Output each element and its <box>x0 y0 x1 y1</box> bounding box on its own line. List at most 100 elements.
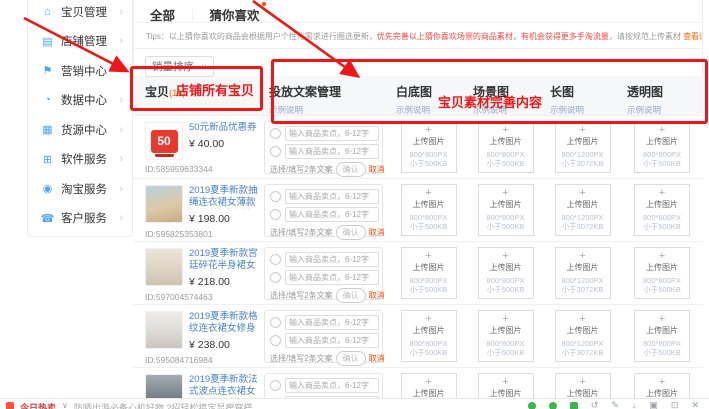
baby-manage-icon: ⌂ <box>40 6 55 18</box>
selling-point-checkbox[interactable] <box>270 335 281 346</box>
confirm-button[interactable]: 确认 <box>336 351 366 366</box>
product-thumbnail[interactable] <box>145 185 183 223</box>
cancel-button[interactable]: 取消 <box>369 227 385 238</box>
product-title-link[interactable]: 2019夏季新款格纹连衣裙女修身显瘦小众网红 <box>189 311 258 335</box>
plus-icon: + <box>556 250 610 263</box>
confirm-button[interactable]: 确认 <box>336 225 366 240</box>
chevron-right-icon: › <box>119 153 123 165</box>
example-link[interactable]: 示例说明 <box>550 104 621 116</box>
selling-point-input[interactable] <box>285 315 379 330</box>
upload-label: 上传图片 <box>479 200 533 210</box>
view-details-link[interactable]: 查看详情> <box>683 32 702 41</box>
selling-point-input[interactable] <box>285 126 379 141</box>
selling-point-checkbox[interactable] <box>270 272 281 283</box>
upload-image-button[interactable]: +上传图片800*1200PX小于3072KB <box>555 184 611 236</box>
selling-point-checkbox[interactable] <box>270 209 281 220</box>
selling-point-checkbox[interactable] <box>270 191 281 202</box>
hot-label[interactable]: 今日热卖 <box>20 401 56 409</box>
upload-image-button[interactable]: +上传图片800*800PX小于500KB <box>634 310 690 362</box>
example-link[interactable]: 示例说明 <box>396 104 467 116</box>
upload-size-hint: 800*800PX小于500KB <box>402 276 456 294</box>
sidebar-item-数据中心[interactable]: ◔数据中心› <box>28 86 132 116</box>
sidebar-item-货源中心[interactable]: ▦货源中心› <box>28 115 132 145</box>
sidebar-item-营销中心[interactable]: ⚑营销中心 <box>28 56 132 86</box>
sort-select[interactable]: 销量排序 ∨ <box>145 56 214 77</box>
download-icon[interactable]: ↓ <box>632 401 637 409</box>
upload-image-button[interactable]: +上传图片800*800PX小于500KB <box>634 247 690 299</box>
sidebar-item-淘宝服务[interactable]: ◉淘宝服务› <box>28 174 132 204</box>
upload-image-button[interactable]: +上传图片800*800PX小于500KB <box>401 247 457 299</box>
upload-image-button[interactable]: +上传图片800*1200PX小于3072KB <box>555 247 611 299</box>
upload-image-button[interactable]: +上传图片800*800PX小于500KB <box>401 310 457 362</box>
upload-label: 上传图片 <box>635 137 689 147</box>
product-thumbnail[interactable] <box>145 311 183 349</box>
taobao-icon: ◉ <box>40 182 55 195</box>
copywriting-cell: 选择/填写2条文案确认取消 <box>262 242 390 304</box>
cancel-button[interactable]: 取消 <box>369 290 385 301</box>
close-icon[interactable]: ✕ <box>691 401 699 409</box>
status-green-icon[interactable] <box>528 402 536 409</box>
example-link[interactable]: 示例说明 <box>269 104 390 116</box>
product-title-link[interactable]: 2019夏季新款宫廷碎花半身裙女中长款显瘦白 <box>189 248 258 272</box>
product-title-link[interactable]: 2019夏季新款抽绳连衣裙女薄款短袖T恤中长款 <box>189 185 258 209</box>
selling-point-input[interactable] <box>285 252 379 267</box>
capture-green-icon[interactable] <box>570 402 578 409</box>
tab-guess-you-like[interactable]: 猜你喜欢 <box>210 5 260 24</box>
selling-point-input[interactable] <box>285 333 379 348</box>
cancel-button[interactable]: 取消 <box>369 353 385 364</box>
confirm-button[interactable]: 确认 <box>336 162 366 177</box>
selling-point-checkbox[interactable] <box>270 317 281 328</box>
upload-size-hint: 800*1200PX小于3072KB <box>556 276 610 294</box>
sidebar-item-宝贝管理[interactable]: ⌂宝贝管理› <box>28 0 132 27</box>
upload-image-button[interactable]: +上传图片800*800PX小于500KB <box>634 184 690 236</box>
upload-cell-transparent: +上传图片800*800PX小于500KB <box>621 242 703 304</box>
upload-image-button[interactable]: +上传图片800*800PX小于500KB <box>478 247 534 299</box>
chevron-down-icon: ∨ <box>201 62 207 71</box>
status2-green-icon[interactable] <box>549 402 557 409</box>
upload-image-button[interactable]: +上传图片800*800PX小于500KB <box>478 310 534 362</box>
upload-image-button[interactable]: +上传图片800*800PX小于500KB <box>401 121 457 173</box>
upload-cell-long: +上传图片800*1200PX小于3072KB <box>544 242 621 304</box>
example-link[interactable]: 示例说明 <box>473 104 544 116</box>
upload-image-button[interactable]: +上传图片800*800PX小于500KB <box>634 121 690 173</box>
plus-icon: + <box>635 187 689 200</box>
sidebar-item-店铺管理[interactable]: ▤店铺管理› <box>28 27 132 57</box>
sidebar-item-软件服务[interactable]: ⊞软件服务› <box>28 145 132 175</box>
window-icon[interactable]: ▣ <box>649 401 658 409</box>
product-title-link[interactable]: 50元新品优惠券 <box>189 122 257 134</box>
selling-point-input[interactable] <box>285 378 379 393</box>
product-cell: 2019夏季新款抽绳连衣裙女薄款短袖T恤中长款¥ 198.00ID:595825… <box>133 179 262 241</box>
selling-point-input[interactable] <box>285 144 379 159</box>
upload-image-button[interactable]: +上传图片800*800PX小于500KB <box>401 184 457 236</box>
product-thumbnail[interactable]: 50 <box>145 122 183 160</box>
upload-image-button[interactable]: +上传图片800*1200PX小于3072KB <box>555 310 611 362</box>
undo-icon[interactable]: ↺ <box>591 401 599 409</box>
product-title-link[interactable]: 2019夏季新款法式波点连衣裙女中长款复古显瘦 <box>189 374 258 398</box>
plus-icon: + <box>635 313 689 326</box>
upload-image-button[interactable]: +上传图片800*800PX小于500KB <box>478 121 534 173</box>
selling-point-checkbox[interactable] <box>270 380 281 391</box>
sidebar-item-客户服务[interactable]: ☎客户服务› <box>28 204 132 234</box>
plus-icon: + <box>479 124 533 137</box>
plus-icon: + <box>479 313 533 326</box>
upload-image-button[interactable]: +上传图片800*1200PX小于3072KB <box>555 121 611 173</box>
teaser-link[interactable]: 防晒出游必备心机好物 2招轻松搞定显瘦穿搭 <box>74 401 253 409</box>
confirm-button[interactable]: 确认 <box>336 288 366 303</box>
selling-point-input[interactable] <box>285 189 379 204</box>
example-link[interactable]: 示例说明 <box>627 104 703 116</box>
selling-point-checkbox[interactable] <box>270 128 281 139</box>
selling-point-input[interactable] <box>285 270 379 285</box>
selling-point-checkbox[interactable] <box>270 254 281 265</box>
overlay-icon[interactable]: ⊡ <box>671 401 679 409</box>
tab-all[interactable]: 全部 <box>150 5 175 24</box>
edit-icon[interactable]: ✎ <box>611 401 619 409</box>
product-thumbnail[interactable] <box>145 248 183 286</box>
seller-material-page: ⌂宝贝管理›▤店铺管理›⚑营销中心◔数据中心›▦货源中心›⊞软件服务›◉淘宝服务… <box>0 0 709 409</box>
upload-image-button[interactable]: +上传图片800*800PX小于500KB <box>478 184 534 236</box>
product-price: ¥ 40.00 <box>189 138 257 150</box>
copywriting-cell: 选择/填写2条文案确认取消 <box>262 179 390 241</box>
upload-cell-scene: +上传图片800*800PX小于500KB <box>467 179 544 241</box>
cancel-button[interactable]: 取消 <box>369 164 385 175</box>
selling-point-checkbox[interactable] <box>270 146 281 157</box>
selling-point-input[interactable] <box>285 207 379 222</box>
